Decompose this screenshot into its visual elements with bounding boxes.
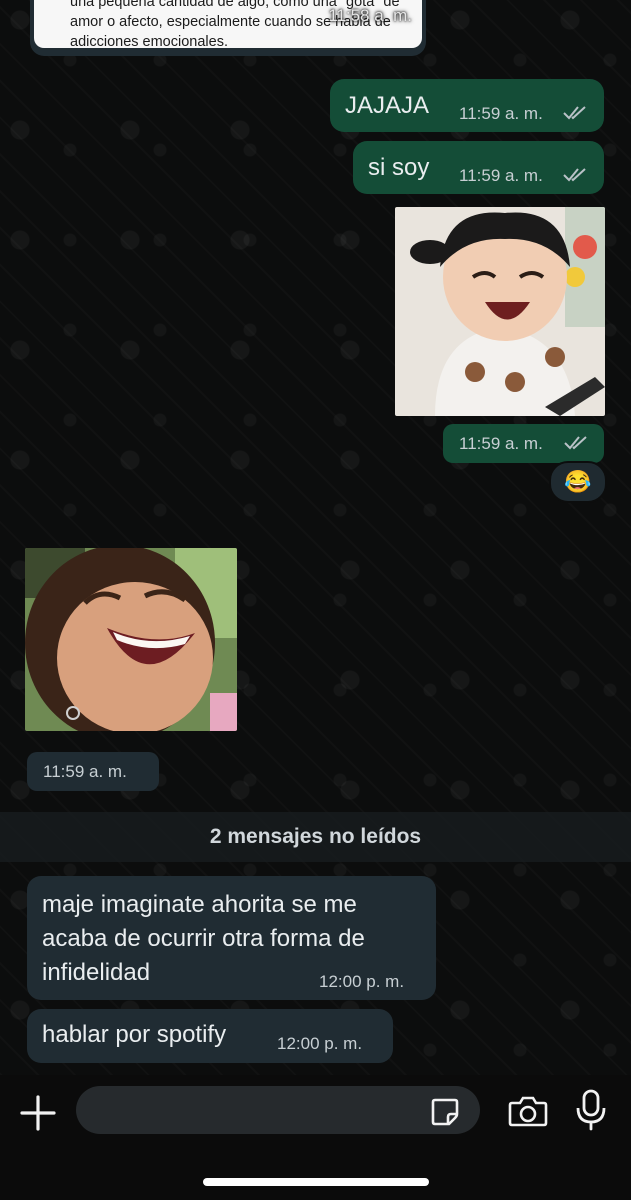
- chat-background: una pequeña cantidad de algo, como una "…: [0, 0, 631, 1075]
- incoming-quote-message[interactable]: una pequeña cantidad de algo, como una "…: [30, 0, 426, 56]
- message-input[interactable]: [76, 1086, 480, 1134]
- incoming-message[interactable]: maje imaginate ahorita se me acaba de oc…: [27, 876, 436, 1000]
- outgoing-message[interactable]: si soy 11:59 a. m.: [353, 141, 604, 194]
- camera-icon[interactable]: [507, 1094, 549, 1128]
- plus-icon[interactable]: [18, 1093, 58, 1133]
- reaction-badge[interactable]: 😂: [549, 461, 607, 503]
- outgoing-message[interactable]: JAJAJA 11:59 a. m.: [330, 79, 604, 132]
- home-indicator: [203, 1178, 429, 1186]
- message-text: hablar por spotify: [42, 1021, 227, 1048]
- message-time: 11:59 a. m.: [459, 434, 543, 453]
- message-time: 11:58 a. m.: [328, 6, 412, 25]
- message-time: 12:00 p. m.: [277, 1034, 363, 1053]
- read-receipt-icon: [563, 168, 586, 182]
- message-text-line: acaba de ocurrir otra forma de: [42, 925, 365, 952]
- unread-banner-text: 2 mensajes no leídos: [209, 825, 422, 848]
- laughing-girl-image: [25, 548, 237, 731]
- outgoing-photo[interactable]: [395, 207, 605, 416]
- unread-messages-banner: 2 mensajes no leídos: [0, 812, 631, 862]
- incoming-message[interactable]: hablar por spotify 12:00 p. m.: [27, 1009, 393, 1063]
- message-time: 11:59 a. m.: [459, 104, 543, 123]
- microphone-icon[interactable]: [574, 1088, 608, 1132]
- incoming-photo[interactable]: [25, 548, 237, 731]
- read-receipt-icon: [563, 106, 586, 120]
- message-text: JAJAJA: [345, 92, 430, 119]
- message-text-line: infidelidad: [42, 959, 151, 986]
- message-time: 11:59 a. m.: [459, 166, 543, 185]
- message-time: 11:59 a. m.: [43, 762, 127, 781]
- message-time: 12:00 p. m.: [319, 972, 405, 991]
- read-receipt-icon: [564, 436, 587, 450]
- message-text: si soy: [368, 154, 430, 181]
- sticker-icon[interactable]: [429, 1096, 461, 1128]
- laughing-child-image: [395, 207, 605, 416]
- message-text-line: maje imaginate ahorita se me: [42, 891, 357, 918]
- outgoing-photo-meta: 11:59 a. m.: [443, 424, 604, 463]
- incoming-photo-meta: 11:59 a. m.: [27, 752, 159, 791]
